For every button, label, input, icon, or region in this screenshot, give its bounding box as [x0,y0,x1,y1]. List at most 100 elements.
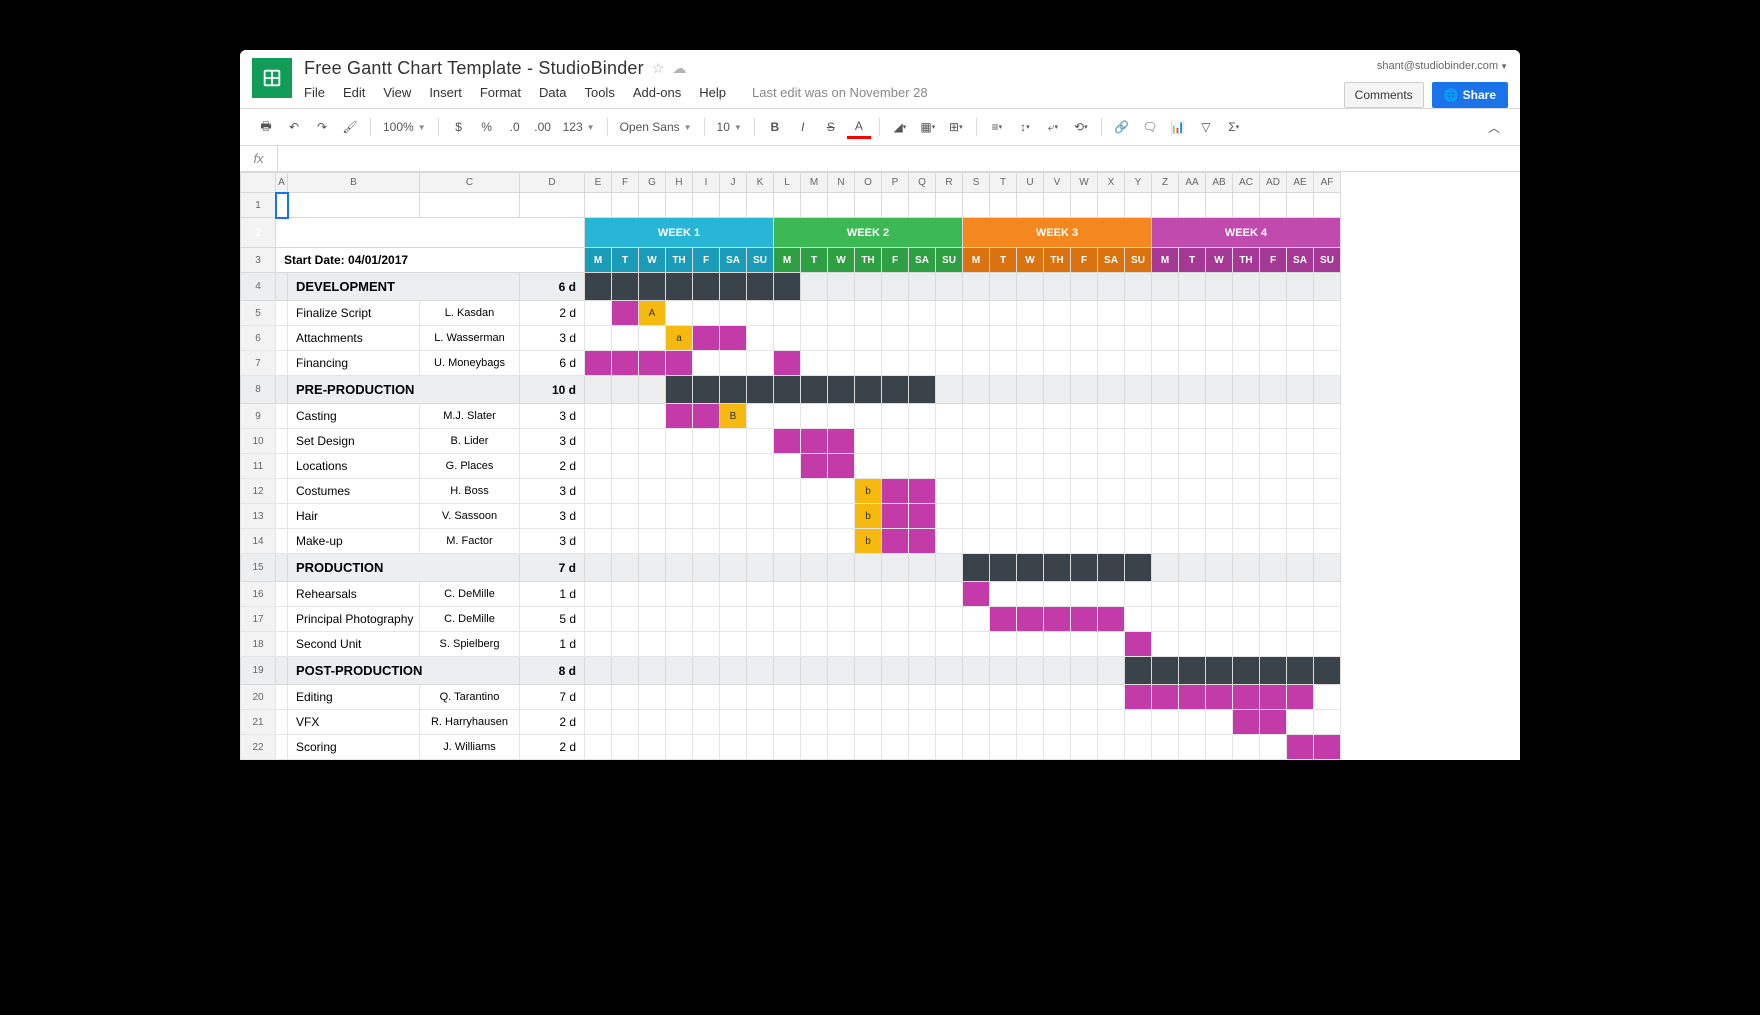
link-icon[interactable]: 🔗 [1110,115,1134,139]
v-align-icon[interactable]: ↕▾ [1013,115,1037,139]
task-duration[interactable]: 2 d [520,301,585,326]
share-button[interactable]: 🌐 Share [1432,82,1508,108]
col-header[interactable]: D [520,173,585,193]
col-header[interactable]: M [801,173,828,193]
gantt-bar-cell[interactable] [720,326,747,351]
gantt-bar-cell[interactable] [1017,607,1044,632]
row-header[interactable]: 1 [241,193,276,218]
day-header[interactable]: TH [1044,248,1071,273]
col-header[interactable]: I [693,173,720,193]
task-owner[interactable]: V. Sassoon [420,504,520,529]
day-header[interactable]: TH [855,248,882,273]
day-header[interactable]: SU [936,248,963,273]
day-header[interactable]: M [585,248,612,273]
fill-color-icon[interactable]: ◢▾ [888,115,912,139]
gantt-bar-cell[interactable] [801,429,828,454]
filter-icon[interactable]: ▽ [1194,115,1218,139]
strike-icon[interactable]: S [819,115,843,139]
borders-icon[interactable]: ▦▾ [916,115,940,139]
zoom-select[interactable]: 100%▼ [379,120,430,134]
row-header[interactable]: 7 [241,351,276,376]
font-select[interactable]: Open Sans▼ [616,120,696,134]
row-header[interactable]: 6 [241,326,276,351]
task-name[interactable]: Casting [288,404,420,429]
task-owner[interactable]: Q. Tarantino [420,685,520,710]
gantt-bar-cell[interactable]: a [666,326,693,351]
task-duration[interactable]: 3 d [520,429,585,454]
gantt-bar-cell[interactable]: b [855,504,882,529]
gantt-bar-cell[interactable] [1314,735,1341,760]
gantt-bar-cell[interactable] [612,351,639,376]
task-name[interactable]: Scoring [288,735,420,760]
currency-icon[interactable]: $ [447,115,471,139]
row-header[interactable]: 13 [241,504,276,529]
task-name[interactable]: Financing [288,351,420,376]
gantt-bar-cell[interactable] [990,607,1017,632]
task-name[interactable]: Principal Photography [288,607,420,632]
gantt-bar-cell[interactable]: b [855,529,882,554]
day-header[interactable]: M [774,248,801,273]
col-header[interactable]: J [720,173,747,193]
col-header[interactable]: B [288,173,420,193]
gantt-bar-cell[interactable] [1125,632,1152,657]
day-header[interactable]: T [612,248,639,273]
functions-icon[interactable]: Σ▾ [1222,115,1246,139]
gantt-bar-cell[interactable] [1260,685,1287,710]
menu-help[interactable]: Help [699,85,726,100]
row-header[interactable]: 8 [241,376,276,404]
gantt-bar-cell[interactable] [828,429,855,454]
chart-icon[interactable]: 📊 [1166,115,1190,139]
col-header[interactable]: O [855,173,882,193]
col-header[interactable]: AC [1233,173,1260,193]
day-header[interactable]: SU [1314,248,1341,273]
menu-data[interactable]: Data [539,85,566,100]
comments-button[interactable]: Comments [1344,82,1424,108]
percent-icon[interactable]: % [475,115,499,139]
task-duration[interactable]: 7 d [520,685,585,710]
col-header[interactable]: T [990,173,1017,193]
task-name[interactable]: Hair [288,504,420,529]
col-header[interactable]: AA [1179,173,1206,193]
gantt-bar-cell[interactable] [1125,685,1152,710]
col-header[interactable]: AD [1260,173,1287,193]
menu-insert[interactable]: Insert [429,85,462,100]
task-owner[interactable]: S. Spielberg [420,632,520,657]
col-header[interactable]: K [747,173,774,193]
gantt-bar-cell[interactable]: A [639,301,666,326]
col-header[interactable]: X [1098,173,1125,193]
row-header[interactable]: 14 [241,529,276,554]
task-duration[interactable]: 3 d [520,504,585,529]
star-icon[interactable]: ☆ [652,60,665,77]
font-size-select[interactable]: 10▼ [713,120,746,134]
col-header[interactable]: H [666,173,693,193]
task-name[interactable]: Rehearsals [288,582,420,607]
col-header[interactable]: AF [1314,173,1341,193]
week-header[interactable]: WEEK 1 [585,218,774,248]
start-date[interactable]: Start Date: 04/01/2017 [276,248,585,273]
row-header[interactable]: 17 [241,607,276,632]
gantt-bar-cell[interactable] [666,351,693,376]
gantt-bar-cell[interactable] [882,529,909,554]
week-header[interactable]: WEEK 3 [963,218,1152,248]
row-header[interactable]: 16 [241,582,276,607]
section-name[interactable]: PRODUCTION [288,554,520,582]
task-owner[interactable]: G. Places [420,454,520,479]
col-header[interactable]: F [612,173,639,193]
section-duration[interactable]: 10 d [520,376,585,404]
col-header[interactable]: R [936,173,963,193]
gantt-bar-cell[interactable] [639,351,666,376]
col-header[interactable]: S [963,173,990,193]
section-duration[interactable]: 8 d [520,657,585,685]
day-header[interactable]: W [639,248,666,273]
task-name[interactable]: Second Unit [288,632,420,657]
col-header[interactable]: U [1017,173,1044,193]
gantt-bar-cell[interactable] [882,479,909,504]
menu-edit[interactable]: Edit [343,85,365,100]
day-header[interactable]: SA [909,248,936,273]
task-duration[interactable]: 3 d [520,404,585,429]
menu-addons[interactable]: Add-ons [633,85,681,100]
day-header[interactable]: F [693,248,720,273]
task-owner[interactable]: L. Wasserman [420,326,520,351]
col-header[interactable]: L [774,173,801,193]
task-duration[interactable]: 5 d [520,607,585,632]
